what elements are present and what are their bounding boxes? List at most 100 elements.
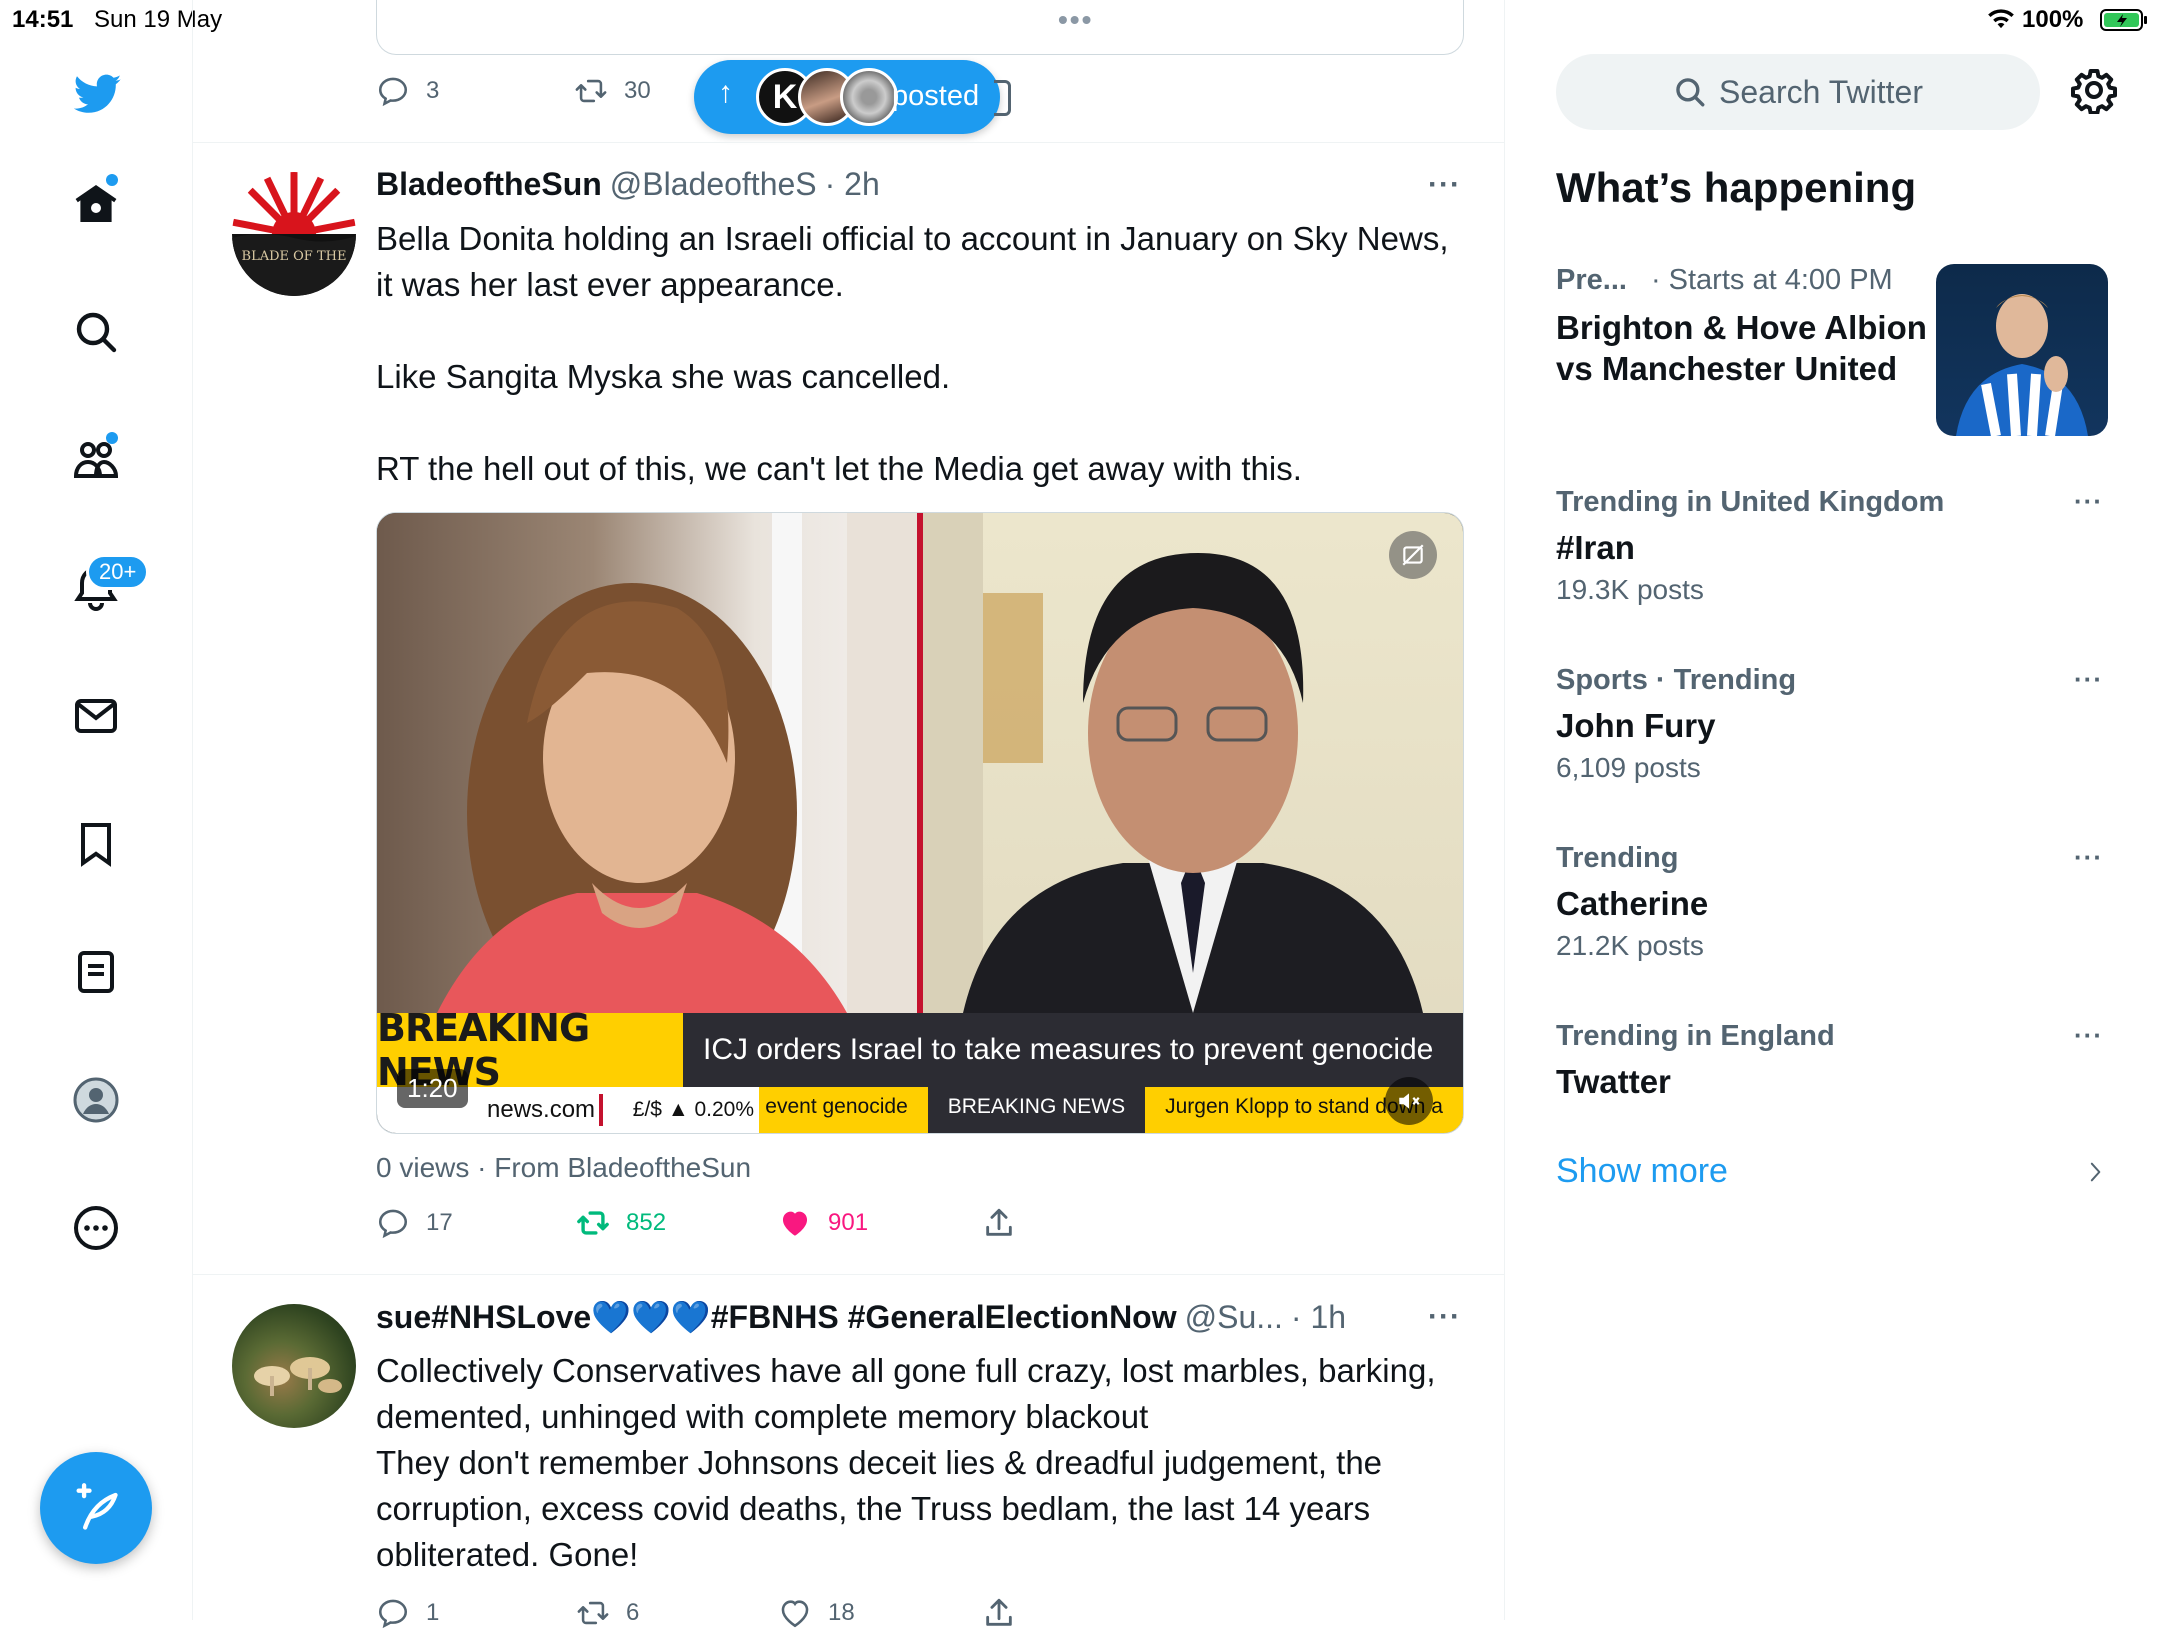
trend-title: John Fury xyxy=(1556,707,1716,744)
trend-item[interactable]: Sports · Trending John Fury 6,109 posts xyxy=(1556,664,2108,784)
tweet1-avatar[interactable]: BLADE OF THE xyxy=(232,172,356,296)
tweet1-text: Bella Donita holding an Israeli official… xyxy=(376,220,1449,487)
prev-retweet-action[interactable]: 30 xyxy=(574,74,651,108)
trend-title: Catherine xyxy=(1556,885,1709,922)
tweet1-retweet-count: 852 xyxy=(626,1209,667,1236)
trend-count: 21.2K posts xyxy=(1556,930,1704,961)
news-ticker: news.com £/$ ▲ 0.20% event genocide BREA… xyxy=(377,1087,1463,1133)
new-posts-pill[interactable]: ↑ K posted xyxy=(694,60,1000,134)
feed-sidebar-divider xyxy=(1504,0,1505,1620)
settings-gear-icon[interactable] xyxy=(2070,66,2124,120)
hide-media-icon[interactable] xyxy=(1389,531,1437,579)
tweet1-like-action[interactable]: 901 xyxy=(778,1206,868,1240)
profile-avatar-icon[interactable] xyxy=(68,1072,124,1128)
trend-more-icon[interactable]: ··· xyxy=(2074,1020,2103,1051)
trend-count: 19.3K posts xyxy=(1556,574,1704,605)
trend-meta: Trending xyxy=(1556,842,1679,874)
event-title: Brighton & Hove Albion vs Manchester Uni… xyxy=(1556,309,1927,387)
trend-meta: Trending in United Kingdom xyxy=(1556,486,1945,518)
chevron-right-icon[interactable] xyxy=(2086,1158,2110,1190)
retweet-icon xyxy=(577,1601,609,1625)
ticker-item-1: event genocide xyxy=(759,1087,928,1133)
tweet2-author-name[interactable]: sue#NHSLove💙💙💙#FBNHS #GeneralElectionNow xyxy=(376,1298,1177,1336)
prev-reply-action[interactable]: 3 xyxy=(376,74,439,108)
breaking-news-headline: ICJ orders Israel to take measures to pr… xyxy=(683,1013,1463,1087)
tweet1-reply-count: 17 xyxy=(426,1209,453,1236)
tweet2-reply-count: 1 xyxy=(426,1599,440,1626)
reply-icon xyxy=(378,1209,408,1239)
messages-envelope-icon[interactable] xyxy=(68,688,124,744)
trend-more-icon[interactable]: ··· xyxy=(2074,664,2103,695)
pill-label: posted xyxy=(892,80,980,112)
tweet1-header: BladeoftheSun @BladeoftheS · 2h xyxy=(376,166,880,203)
share-icon xyxy=(986,1208,1012,1236)
tweet1-video[interactable]: BREAKING NEWS ICJ orders Israel to take … xyxy=(376,512,1464,1134)
retweet-icon xyxy=(577,1211,609,1235)
tweet-divider xyxy=(192,1274,1504,1275)
bookmarks-icon[interactable] xyxy=(68,816,124,872)
communities-unread-dot xyxy=(106,432,118,444)
presenter-figure xyxy=(437,513,917,1043)
trend-item[interactable]: Trending Catherine 21.2K posts xyxy=(1556,842,2108,962)
tweet-divider xyxy=(192,142,1504,143)
trend-more-icon[interactable]: ··· xyxy=(2074,842,2103,873)
event-thumbnail[interactable] xyxy=(1936,264,2108,436)
tweet1-retweet-action[interactable]: 852 xyxy=(576,1206,666,1240)
status-date: Sun 19 May xyxy=(94,6,223,33)
tweet2-reply-action[interactable]: 1 xyxy=(376,1596,439,1630)
twitter-logo-icon[interactable] xyxy=(66,62,130,126)
interviewee-figure xyxy=(923,513,1423,1013)
show-more-link[interactable]: Show more xyxy=(1556,1152,1728,1191)
tweet1-author-name[interactable]: BladeoftheSun xyxy=(376,166,602,203)
search-placeholder: Search Twitter xyxy=(1719,73,1923,110)
tweet1-timestamp[interactable]: · 2h xyxy=(825,166,880,203)
whats-happening-heading: What’s happening xyxy=(1556,164,1917,211)
tweet2-timestamp[interactable]: · 1h xyxy=(1291,1299,1346,1336)
tweet2-avatar[interactable] xyxy=(232,1304,356,1428)
arrow-up-icon: ↑ xyxy=(718,76,733,109)
search-box[interactable]: Search Twitter xyxy=(1556,54,2040,130)
trend-title: Twatter xyxy=(1556,1063,1671,1100)
pill-avatar-3 xyxy=(840,68,898,126)
reply-icon xyxy=(378,77,408,107)
tweet2-author-handle[interactable]: @Su... xyxy=(1185,1299,1283,1336)
tweet2-retweet-count: 6 xyxy=(626,1599,640,1626)
more-options-circle-icon[interactable] xyxy=(68,1200,124,1256)
explore-search-icon[interactable] xyxy=(68,304,124,360)
wifi-icon xyxy=(1986,8,2016,32)
tweet2-like-count: 18 xyxy=(828,1599,855,1626)
prev-share-icon-partial xyxy=(994,80,1011,116)
trend-count: 6,109 posts xyxy=(1556,752,1701,783)
compose-tweet-button[interactable] xyxy=(40,1452,152,1564)
battery-icon xyxy=(2100,8,2148,32)
battery-percent: 100% xyxy=(2022,6,2084,33)
feather-plus-icon xyxy=(76,1483,118,1530)
video-right-panel xyxy=(923,513,1463,1013)
mute-icon[interactable] xyxy=(1385,1077,1433,1125)
search-icon xyxy=(1676,78,1705,107)
tweet2-like-action[interactable]: 18 xyxy=(778,1596,855,1630)
tweet1-avatar-text: BLADE OF THE xyxy=(242,249,347,264)
video-duration: 1:20 xyxy=(397,1069,468,1108)
trend-more-icon[interactable]: ··· xyxy=(2074,486,2103,517)
previous-tweet-media-bottom xyxy=(376,0,1464,55)
tweet2-share-action[interactable] xyxy=(982,1596,1016,1630)
status-time: 14:51 xyxy=(12,6,74,33)
prev-reply-count: 3 xyxy=(426,77,440,104)
trend-item[interactable]: Trending in England Twatter xyxy=(1556,1020,2108,1102)
lists-icon[interactable] xyxy=(68,944,124,1000)
reply-icon xyxy=(378,1599,408,1629)
ticker-fx: £/$ ▲ 0.20% xyxy=(632,1098,754,1121)
tweet1-share-action[interactable] xyxy=(982,1206,1016,1240)
tweet2-more-icon[interactable]: ··· xyxy=(1428,1300,1461,1334)
video-left-panel xyxy=(377,513,917,1043)
ticker-separator xyxy=(599,1094,603,1126)
retweet-icon xyxy=(575,79,607,103)
tweet2-retweet-action[interactable]: 6 xyxy=(576,1596,639,1630)
heart-outline-icon xyxy=(781,1600,809,1628)
tweet1-reply-action[interactable]: 17 xyxy=(376,1206,453,1240)
tweet2-header: sue#NHSLove💙💙💙#FBNHS #GeneralElectionNow… xyxy=(376,1298,1406,1336)
tweet1-author-handle[interactable]: @BladeoftheS xyxy=(610,166,817,203)
tweet1-more-icon[interactable]: ··· xyxy=(1428,168,1461,202)
trend-item[interactable]: Trending in United Kingdom #Iran 19.3K p… xyxy=(1556,486,2108,606)
